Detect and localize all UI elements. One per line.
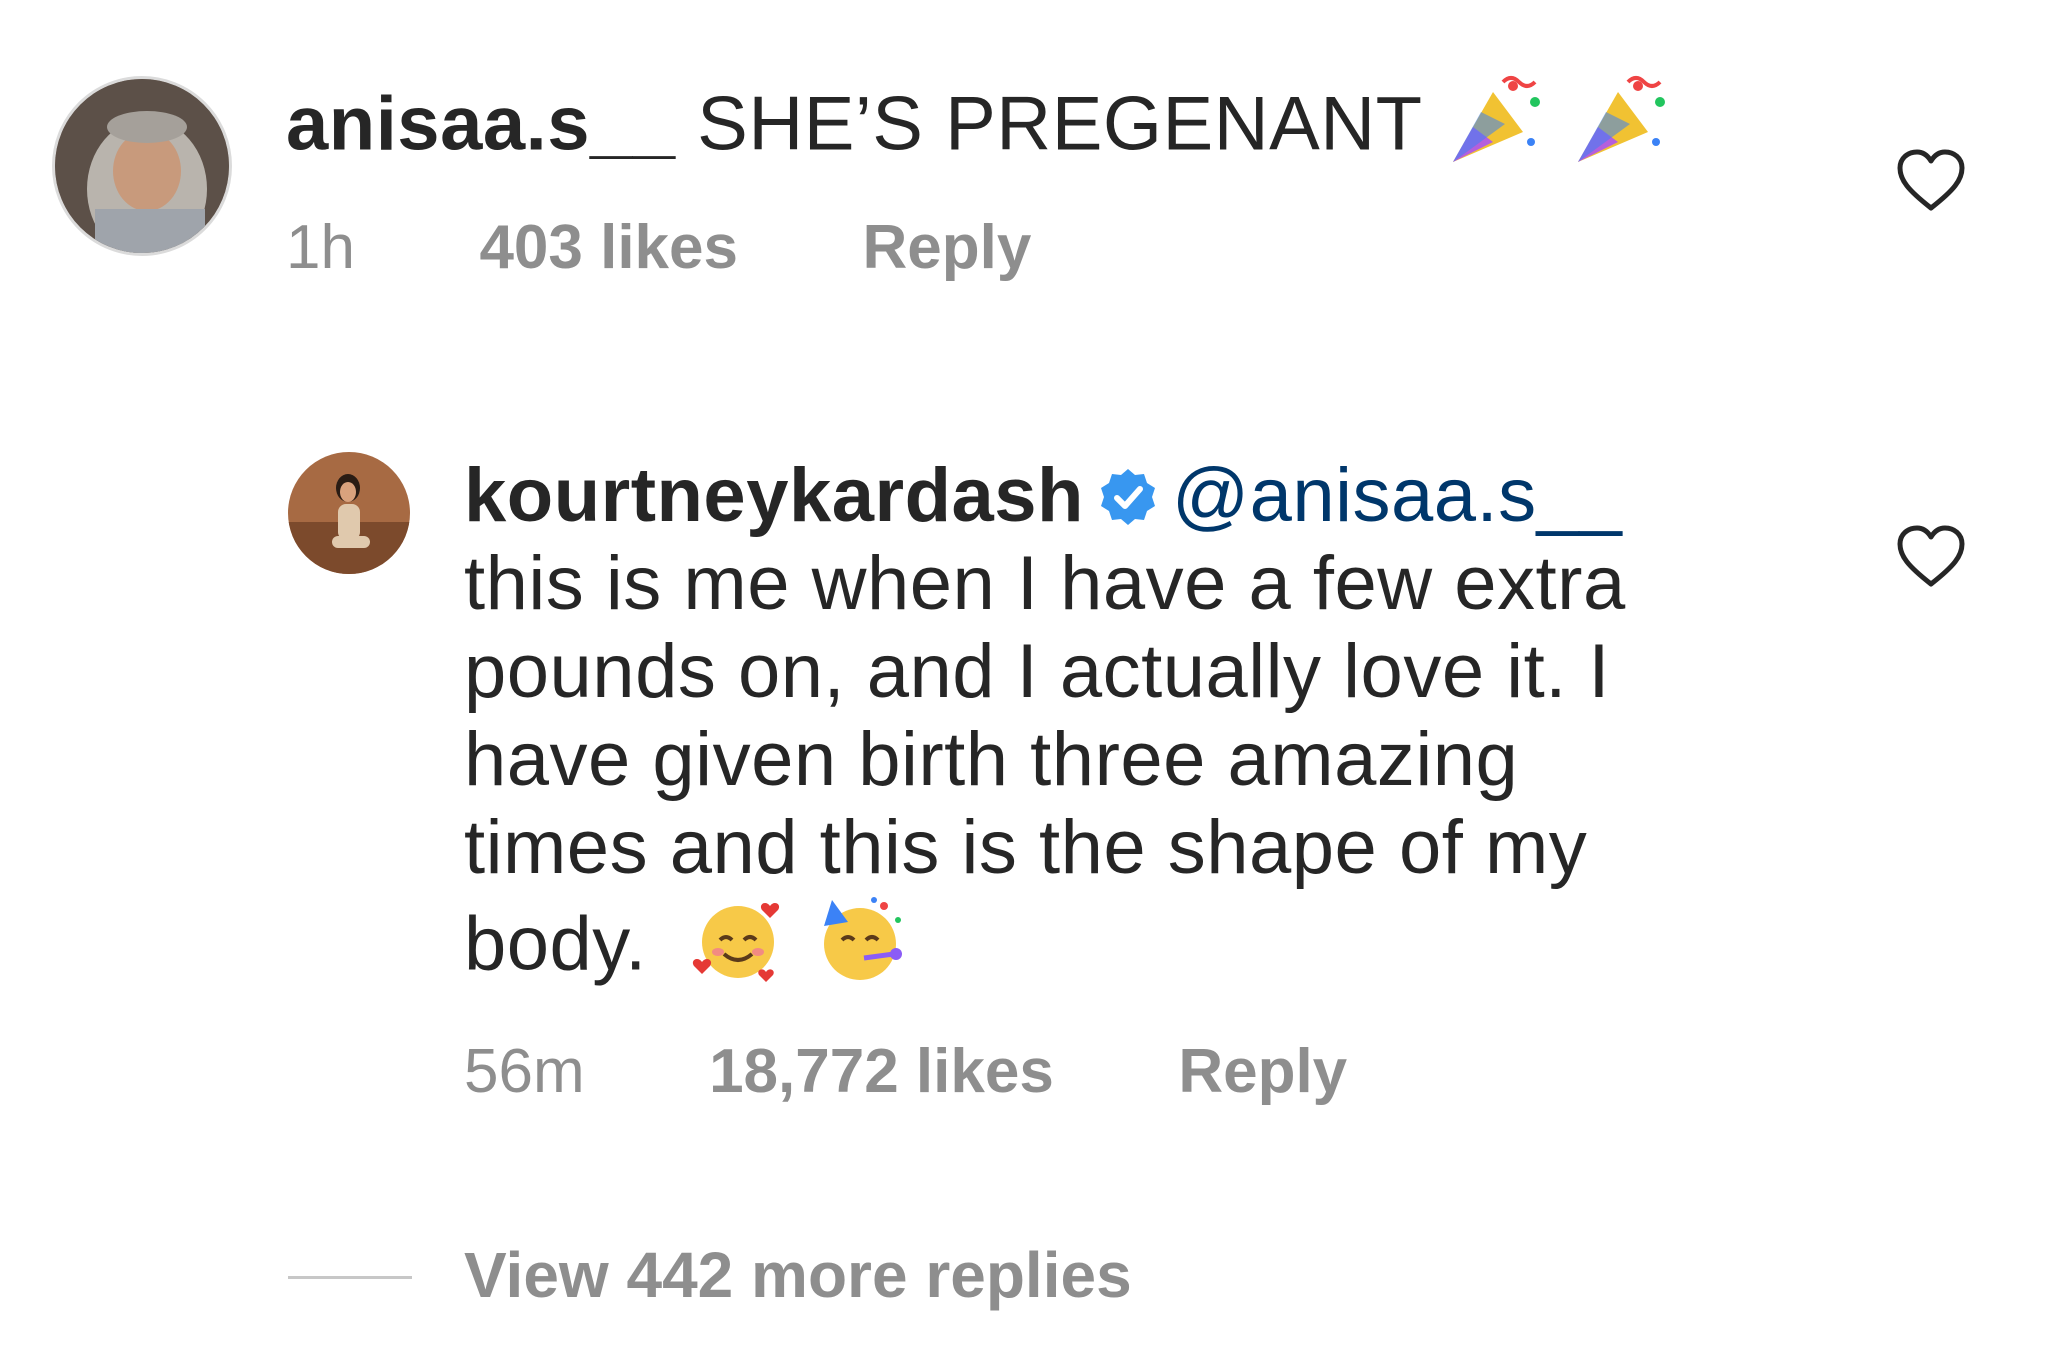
comment-2-username[interactable]: kourtneykardash — [464, 453, 1084, 538]
party-popper-emoji — [1568, 72, 1672, 187]
comment-2-text-last-line: body. — [464, 892, 1626, 1007]
comment-1-reply-button[interactable]: Reply — [862, 213, 1031, 282]
comment-2-time: 56m — [464, 1037, 585, 1106]
comment-2-mention[interactable]: @anisaa.s__ — [1172, 453, 1622, 538]
comment-1-likes[interactable]: 403 likes — [479, 213, 738, 282]
comment-2-text-line: times and this is the shape of my — [464, 805, 1588, 890]
smiling-face-with-hearts-emoji — [690, 892, 786, 1007]
avatar-anisaa[interactable] — [52, 76, 232, 256]
comment-2-reply-button[interactable]: Reply — [1178, 1037, 1347, 1106]
comment-2-text-line: have given birth three amazing — [464, 717, 1519, 802]
view-more-replies-button[interactable]: View 442 more replies — [464, 1238, 1132, 1312]
comment-1-username[interactable]: anisaa.s__ — [286, 82, 676, 167]
comment-2-text-line: pounds on, and I actually love it. I — [464, 629, 1611, 714]
heart-outline-icon[interactable] — [1896, 524, 1966, 588]
avatar-kourtneykardash[interactable] — [288, 452, 410, 574]
verified-badge-icon — [1100, 468, 1155, 525]
heart-outline-icon[interactable] — [1896, 148, 1966, 212]
comment-2-likes[interactable]: 18,772 likes — [709, 1037, 1054, 1106]
comment-2-text-line: this is me when I have a few extra — [464, 541, 1626, 626]
comment-2-header: kourtneykardash @anisaa.s__ — [464, 452, 1622, 540]
comment-2-text: this is me when I have a few extra pound… — [464, 540, 1626, 1007]
view-more-divider — [288, 1276, 412, 1279]
partying-face-emoji — [814, 892, 910, 1007]
comment-1-text: SHE’S PREGENANT — [697, 81, 1422, 167]
comment-1-line: anisaa.s__ SHE’S PREGENANT — [286, 72, 1672, 187]
comment-1-meta: 1h 403 likes Reply — [286, 212, 1031, 283]
comment-2-meta: 56m 18,772 likes Reply — [464, 1036, 1347, 1107]
comment-2-text-line: body. — [464, 901, 647, 987]
comment-1-time: 1h — [286, 213, 355, 282]
party-popper-emoji — [1443, 72, 1547, 187]
